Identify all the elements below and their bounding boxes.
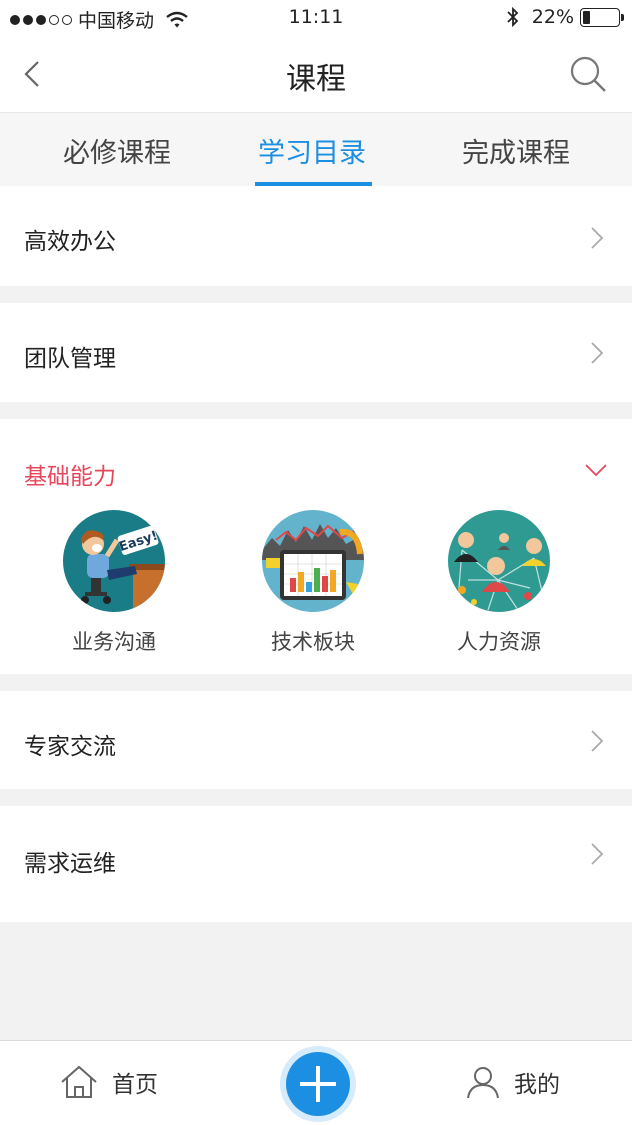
catalog-row-expert-exchange[interactable]: 专家交流 — [0, 691, 632, 789]
chevron-right-icon — [591, 730, 604, 752]
status-bar: 中国移动 11:11 22% — [0, 0, 632, 36]
bluetooth-icon — [507, 7, 519, 27]
tab-study-catalog[interactable]: 学习目录 — [258, 131, 366, 170]
tab-completed-courses[interactable]: 完成课程 — [462, 131, 570, 170]
catalog-row-efficient-office[interactable]: 高效办公 — [0, 186, 632, 286]
search-icon[interactable] — [568, 54, 608, 94]
back-icon[interactable] — [20, 58, 44, 90]
course-name: 人力资源 — [457, 630, 541, 654]
nav-bar: 课程 — [0, 36, 632, 112]
tab-me-label: 我的 — [514, 1072, 560, 1098]
course-name: 技术板块 — [271, 630, 355, 654]
catalog-row-demand-ops[interactable]: 需求运维 — [0, 806, 632, 922]
tab-home[interactable]: 首页 — [60, 1065, 158, 1099]
chevron-down-icon[interactable] — [584, 463, 608, 477]
course-name: 业务沟通 — [72, 630, 156, 654]
tab-me[interactable]: 我的 — [466, 1065, 560, 1099]
tab-bar-top: 必修课程 学习目录 完成课程 — [0, 112, 632, 186]
add-button[interactable] — [280, 1046, 356, 1122]
tab-required-courses[interactable]: 必修课程 — [63, 131, 171, 170]
bottom-tab-bar: 首页 我的 — [0, 1040, 632, 1125]
bar-chart-tablet-illustration-icon — [262, 510, 364, 612]
chevron-right-icon — [591, 342, 604, 364]
user-icon — [467, 1067, 499, 1099]
battery-percent: 22% — [531, 6, 574, 28]
people-network-illustration-icon — [448, 510, 550, 612]
catalog-row-team-management[interactable]: 团队管理 — [0, 303, 632, 402]
chevron-right-icon — [591, 227, 604, 249]
status-right: 22% — [506, 6, 624, 28]
home-icon — [61, 1065, 97, 1098]
add-button-circle — [286, 1052, 350, 1116]
course-human-resources[interactable]: 人力资源 — [419, 510, 579, 656]
battery-icon — [580, 7, 624, 27]
catalog-row-label: 高效办公 — [24, 229, 116, 255]
plus-icon — [300, 1066, 336, 1102]
course-business-communication[interactable]: Easy! 业务沟通 — [34, 510, 194, 656]
catalog-row-label-active[interactable]: 基础能力 — [24, 457, 116, 491]
catalog-section-basic-abilities: 基础能力 Easy! 业务沟通 技术板块 人力资源 — [0, 419, 632, 674]
catalog-row-label: 需求运维 — [24, 851, 116, 877]
page-title: 课程 — [286, 62, 346, 97]
course-technology[interactable]: 技术板块 — [233, 510, 393, 656]
tab-home-label: 首页 — [112, 1072, 158, 1098]
easy-person-illustration-icon: Easy! — [63, 510, 165, 612]
catalog-row-label: 团队管理 — [24, 346, 116, 372]
chevron-right-icon — [591, 843, 604, 865]
catalog-row-label: 专家交流 — [24, 734, 116, 760]
